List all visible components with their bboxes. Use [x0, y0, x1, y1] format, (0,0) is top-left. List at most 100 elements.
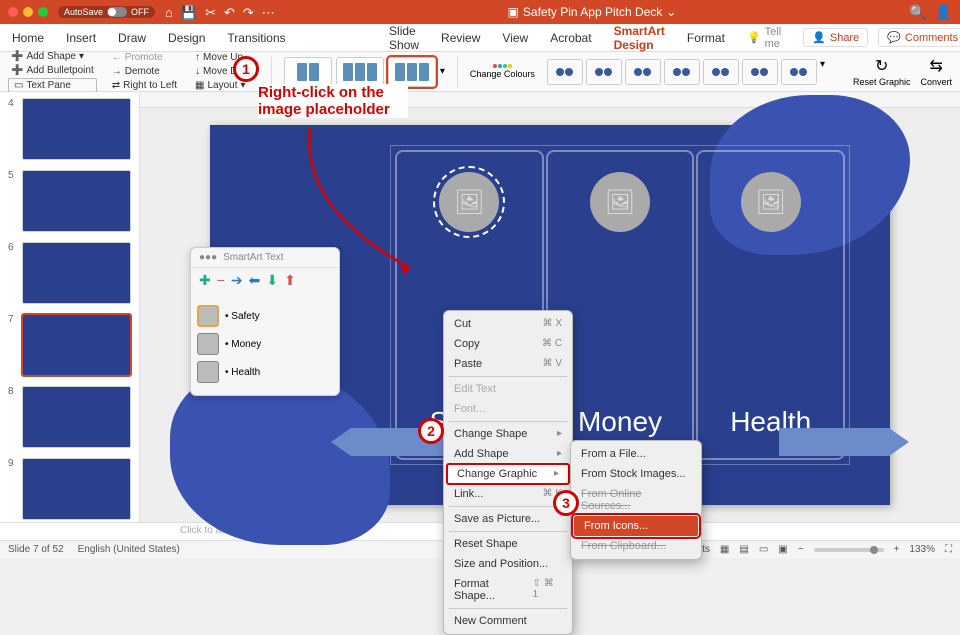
pane-item-thumb-icon[interactable]	[197, 361, 219, 383]
style-more-icon[interactable]: ▾	[820, 59, 825, 85]
pane-item-label[interactable]: • Health	[225, 367, 260, 378]
style-option[interactable]	[781, 59, 817, 85]
ctx-new-comment[interactable]: New Comment	[444, 611, 572, 631]
ctx-from-icons[interactable]: From Icons...	[574, 516, 698, 536]
annotation-text: Right-click on the image placeholder	[258, 84, 408, 118]
down-icon[interactable]: ⬇	[266, 272, 278, 289]
more-icon[interactable]: ⋯	[262, 6, 275, 19]
pane-item-label[interactable]: • Safety	[225, 311, 260, 322]
slide-thumb[interactable]: 7	[8, 314, 131, 376]
layout-option-3[interactable]	[388, 57, 436, 87]
ctx-change-shape[interactable]: Change Shape▸	[444, 424, 572, 444]
zoom-level[interactable]: 133%	[909, 544, 935, 555]
ctx-paste[interactable]: Paste⌘ V	[444, 354, 572, 374]
tab-design[interactable]: Design	[168, 31, 205, 45]
gallery-more-icon[interactable]: ▾	[440, 66, 445, 77]
tell-me-search[interactable]: 💡 Tell me	[747, 26, 781, 50]
autosave-switch-icon[interactable]	[107, 7, 127, 17]
remove-icon[interactable]: −	[217, 272, 225, 289]
document-title: ▣ Safety Pin App Pitch Deck ⌄	[275, 5, 909, 19]
save-icon[interactable]: 💾	[181, 6, 197, 19]
slide-thumb[interactable]: 9	[8, 458, 131, 520]
zoom-slider[interactable]	[814, 548, 884, 552]
ctx-change-graphic[interactable]: Change Graphic▸	[447, 464, 569, 484]
slide-thumb[interactable]: 4	[8, 98, 131, 160]
fit-icon[interactable]: ⛶	[945, 544, 952, 555]
ctx-cut[interactable]: Cut⌘ X	[444, 314, 572, 334]
tab-smartart-design[interactable]: SmartArt Design	[614, 24, 665, 52]
slide-counter: Slide 7 of 52	[8, 544, 64, 555]
image-placeholder-icon[interactable]: 🖼	[439, 172, 499, 232]
tab-draw[interactable]: Draw	[118, 31, 146, 45]
image-placeholder-icon[interactable]: 🖼	[590, 172, 650, 232]
minimize-window-icon[interactable]	[23, 7, 33, 17]
ctx-from-file[interactable]: From a File...	[571, 444, 701, 464]
image-placeholder-icon[interactable]: 🖼	[741, 172, 801, 232]
style-option[interactable]	[664, 59, 700, 85]
ctx-from-clipboard[interactable]: From Clipboard...	[571, 536, 701, 556]
change-colours-button[interactable]: Change Colours	[470, 64, 535, 79]
tab-acrobat[interactable]: Acrobat	[550, 31, 591, 45]
convert-button[interactable]: ⇆Convert	[920, 56, 952, 87]
text-pane-button[interactable]: ▭ Text Pane	[8, 78, 97, 93]
view-sorter-icon[interactable]: ▤	[739, 544, 748, 555]
style-option[interactable]	[625, 59, 661, 85]
ctx-size-position[interactable]: Size and Position...	[444, 554, 572, 574]
redo-icon[interactable]: ↷	[243, 6, 254, 19]
tab-view[interactable]: View	[502, 31, 528, 45]
view-reading-icon[interactable]: ▭	[759, 544, 768, 555]
ctx-add-shape[interactable]: Add Shape▸	[444, 444, 572, 464]
rtl-button[interactable]: ⇄ Right to Left	[109, 79, 180, 92]
autosave-toggle[interactable]: AutoSave OFF	[58, 6, 155, 18]
add-icon[interactable]: ✚	[199, 272, 211, 289]
chevron-down-icon[interactable]: ⌄	[666, 5, 676, 19]
search-icon[interactable]: 🔍	[909, 4, 926, 21]
undo-icon[interactable]: ↶	[224, 6, 235, 19]
workspace: 4 5 6 7 8 9 🖼 Safety 🖼 M	[0, 92, 960, 522]
zoom-out-icon[interactable]: −	[798, 544, 804, 555]
view-normal-icon[interactable]: ▦	[720, 544, 729, 555]
tab-home[interactable]: Home	[12, 31, 44, 45]
slide-thumb[interactable]: 6	[8, 242, 131, 304]
share-button[interactable]: 👤 Share	[803, 28, 868, 47]
cut-icon[interactable]: ✂	[205, 6, 216, 19]
pane-item-thumb-icon[interactable]	[197, 305, 219, 327]
pane-item-label[interactable]: • Money	[225, 339, 261, 350]
ctx-from-stock[interactable]: From Stock Images...	[571, 464, 701, 484]
slide-thumb[interactable]: 8	[8, 386, 131, 448]
layout-option-2[interactable]	[336, 57, 384, 87]
comments-button[interactable]: 💬 Comments	[878, 28, 960, 47]
smartart-card-health[interactable]: 🖼 Health	[696, 150, 845, 460]
tab-transitions[interactable]: Transitions	[227, 31, 285, 45]
reset-graphic-button[interactable]: ↻Reset Graphic	[853, 56, 911, 87]
view-slideshow-icon[interactable]: ▣	[778, 544, 787, 555]
style-option[interactable]	[703, 59, 739, 85]
demote-button[interactable]: → Demote	[109, 65, 180, 78]
zoom-in-icon[interactable]: +	[894, 544, 900, 555]
tab-review[interactable]: Review	[441, 31, 480, 45]
layout-option-1[interactable]	[284, 57, 332, 87]
home-icon[interactable]: ⌂	[165, 6, 173, 19]
ctx-from-online[interactable]: From Online Sources...	[571, 484, 701, 516]
pane-item-thumb-icon[interactable]	[197, 333, 219, 355]
tab-format[interactable]: Format	[687, 31, 725, 45]
ctx-format-shape[interactable]: Format Shape...⇧ ⌘ 1	[444, 574, 572, 606]
ctx-copy[interactable]: Copy⌘ C	[444, 334, 572, 354]
add-bulletpoint-button[interactable]: ➕ Add Bulletpoint	[8, 64, 97, 77]
ctx-reset-shape[interactable]: Reset Shape	[444, 534, 572, 554]
language-indicator[interactable]: English (United States)	[78, 544, 180, 555]
maximize-window-icon[interactable]	[38, 7, 48, 17]
add-shape-button[interactable]: ➕ Add Shape ▾	[8, 50, 97, 63]
close-window-icon[interactable]	[8, 7, 18, 17]
tab-insert[interactable]: Insert	[66, 31, 96, 45]
slide-thumb[interactable]: 5	[8, 170, 131, 232]
promote-button[interactable]: ← Promote	[109, 51, 180, 64]
style-option[interactable]	[742, 59, 778, 85]
tab-slideshow[interactable]: Slide Show	[389, 24, 419, 52]
style-option[interactable]	[547, 59, 583, 85]
context-submenu-change-graphic: From a File... From Stock Images... From…	[570, 440, 702, 560]
promote-icon[interactable]: ⬅	[249, 272, 261, 289]
account-icon[interactable]: 👤	[935, 4, 952, 21]
style-option[interactable]	[586, 59, 622, 85]
demote-icon[interactable]: ➔	[231, 272, 243, 289]
